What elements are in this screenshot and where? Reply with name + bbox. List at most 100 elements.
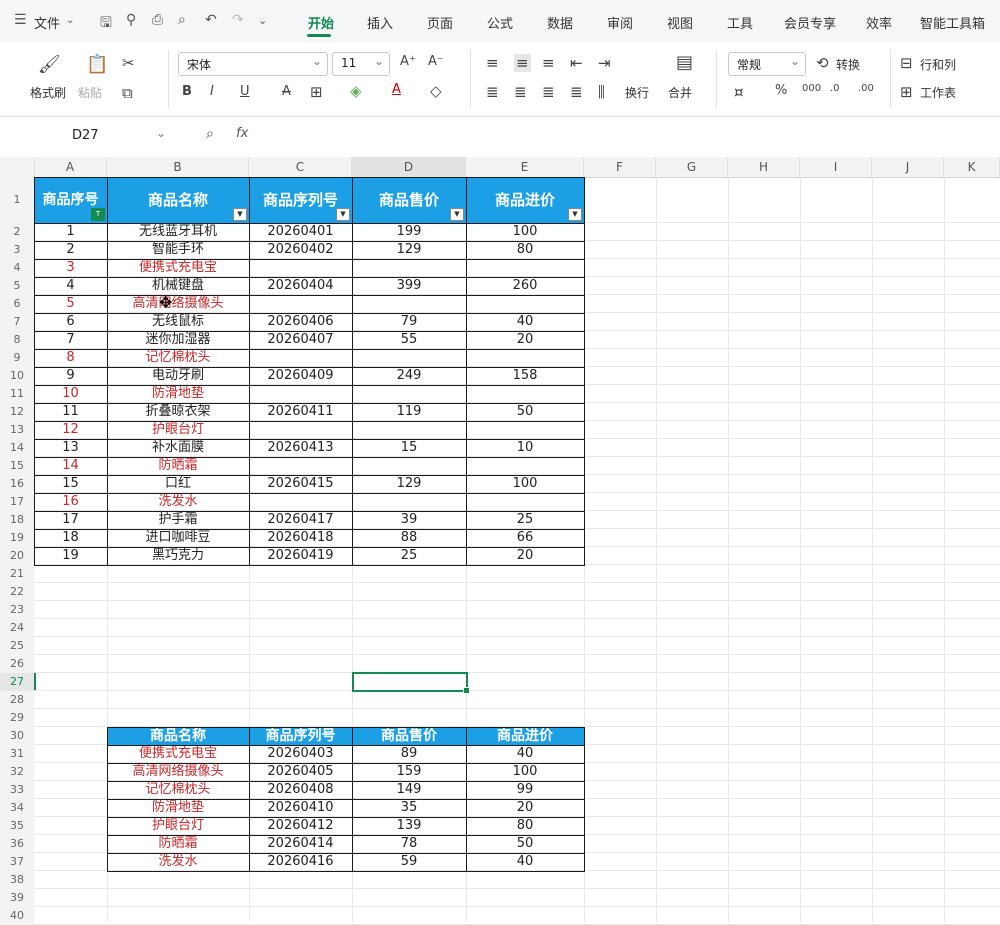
menu-tab[interactable]: 数据: [547, 13, 573, 32]
row-header[interactable]: 28: [0, 691, 34, 709]
row-header[interactable]: 22: [0, 583, 34, 601]
row-header[interactable]: 21: [0, 565, 34, 583]
row-header[interactable]: 32: [0, 763, 34, 781]
column-header[interactable]: J: [872, 157, 944, 177]
row-header[interactable]: 38: [0, 871, 34, 889]
chevron-down-icon[interactable]: ⌄: [66, 15, 74, 26]
format-painter-icon[interactable]: 🖌: [38, 54, 61, 75]
justify-icon[interactable]: ≣: [570, 83, 583, 101]
column-header[interactable]: I: [800, 157, 872, 177]
menu-tab[interactable]: 页面: [427, 13, 453, 32]
menu-tab[interactable]: 会员专享: [784, 13, 836, 32]
paste-icon[interactable]: 📋: [86, 54, 108, 75]
row-header[interactable]: 39: [0, 889, 34, 907]
menu-tab[interactable]: 开始: [308, 13, 334, 32]
link-icon[interactable]: ⚲: [126, 12, 136, 28]
column-header[interactable]: A: [34, 157, 107, 177]
column-header[interactable]: H: [728, 157, 800, 177]
distribute-icon[interactable]: ⫼: [598, 83, 605, 101]
row-header[interactable]: 2: [0, 223, 34, 241]
rows-cols-icon[interactable]: ⊟: [900, 54, 913, 72]
row-header[interactable]: 37: [0, 853, 34, 871]
selected-cell[interactable]: [352, 672, 468, 692]
menu-tab[interactable]: 审阅: [607, 13, 633, 32]
align-bottom-icon[interactable]: ≡: [542, 54, 555, 72]
row-header[interactable]: 27: [0, 673, 36, 691]
column-header[interactable]: C: [249, 157, 352, 177]
row-header[interactable]: 31: [0, 745, 34, 763]
copy-icon[interactable]: ⧉: [122, 84, 133, 102]
row-header[interactable]: 7: [0, 313, 34, 331]
undo-icon[interactable]: ↶: [205, 12, 217, 28]
wrap-text-icon[interactable]: ▤: [676, 52, 693, 73]
column-header[interactable]: K: [944, 157, 1000, 177]
save-icon[interactable]: 🖫: [100, 12, 112, 36]
convert-icon[interactable]: ⟲: [816, 54, 829, 72]
row-header[interactable]: 30: [0, 727, 34, 745]
row-header[interactable]: 1: [0, 177, 34, 223]
row-header[interactable]: 9: [0, 349, 34, 367]
border-icon[interactable]: ⊞: [310, 83, 323, 101]
convert-button[interactable]: 转换: [836, 56, 860, 73]
more-chevron-icon[interactable]: ⌄: [258, 14, 267, 27]
row-header[interactable]: 34: [0, 799, 34, 817]
row-header[interactable]: 5: [0, 277, 34, 295]
currency-icon[interactable]: ¤: [734, 83, 744, 101]
align-right-icon[interactable]: ≣: [542, 83, 555, 101]
bold-icon[interactable]: B: [182, 84, 192, 99]
row-header[interactable]: 3: [0, 241, 34, 259]
row-header[interactable]: 26: [0, 655, 34, 673]
row-header[interactable]: 10: [0, 367, 34, 385]
align-left-icon[interactable]: ≣: [486, 83, 499, 101]
row-header[interactable]: 40: [0, 907, 34, 925]
thousands-icon[interactable]: 000: [802, 83, 821, 94]
zoom-icon[interactable]: ⌕: [206, 126, 214, 142]
row-header[interactable]: 20: [0, 547, 34, 565]
row-header[interactable]: 15: [0, 457, 34, 475]
clear-format-icon[interactable]: ◇: [430, 82, 442, 100]
decrease-font-icon[interactable]: A⁻: [428, 54, 444, 69]
name-box[interactable]: D27 ⌄: [14, 125, 174, 147]
formula-input[interactable]: [266, 124, 996, 148]
column-header[interactable]: D: [352, 157, 466, 179]
merge-button[interactable]: 合并: [668, 84, 692, 101]
fx-icon[interactable]: fx: [236, 126, 248, 141]
strikethrough-icon[interactable]: A: [282, 84, 291, 99]
worksheet-button[interactable]: 工作表: [920, 84, 956, 101]
align-center-icon[interactable]: ≣: [514, 83, 527, 101]
row-header[interactable]: 14: [0, 439, 34, 457]
align-middle-icon[interactable]: ≡: [514, 54, 531, 72]
row-header[interactable]: 24: [0, 619, 34, 637]
column-header[interactable]: E: [466, 157, 584, 177]
filter-dropdown-icon[interactable]: ▼: [568, 208, 582, 221]
row-header[interactable]: 33: [0, 781, 34, 799]
column-header[interactable]: G: [656, 157, 728, 177]
fill-color-icon[interactable]: ◈: [350, 82, 362, 100]
row-header[interactable]: 8: [0, 331, 34, 349]
number-format-select[interactable]: 常规 ⌄: [728, 52, 806, 76]
indent-increase-icon[interactable]: ⇥: [598, 54, 611, 72]
row-header[interactable]: 12: [0, 403, 34, 421]
decimal-increase-icon[interactable]: .0: [830, 83, 840, 94]
filter-dropdown-icon[interactable]: ▼: [450, 208, 464, 221]
rows-cols-button[interactable]: 行和列: [920, 56, 956, 73]
paste-button[interactable]: 粘贴: [78, 84, 102, 101]
cut-icon[interactable]: ✂: [122, 54, 135, 72]
format-painter-button[interactable]: 格式刷: [30, 84, 66, 101]
row-header[interactable]: 19: [0, 529, 34, 547]
italic-icon[interactable]: I: [210, 84, 214, 99]
menu-tab[interactable]: 视图: [667, 13, 693, 32]
row-header[interactable]: 17: [0, 493, 34, 511]
align-top-icon[interactable]: ≡: [486, 54, 499, 72]
row-header[interactable]: 11: [0, 385, 34, 403]
row-header[interactable]: 36: [0, 835, 34, 853]
filter-dropdown-icon[interactable]: ▼: [336, 208, 350, 221]
font-color-icon[interactable]: A: [392, 82, 401, 97]
font-size-select[interactable]: 11 ⌄: [332, 52, 390, 76]
row-header[interactable]: 35: [0, 817, 34, 835]
print-icon[interactable]: ⎙: [152, 12, 163, 28]
menu-file[interactable]: 文件: [34, 13, 60, 32]
row-header[interactable]: 25: [0, 637, 34, 655]
percent-icon[interactable]: %: [775, 83, 787, 98]
row-header[interactable]: 16: [0, 475, 34, 493]
